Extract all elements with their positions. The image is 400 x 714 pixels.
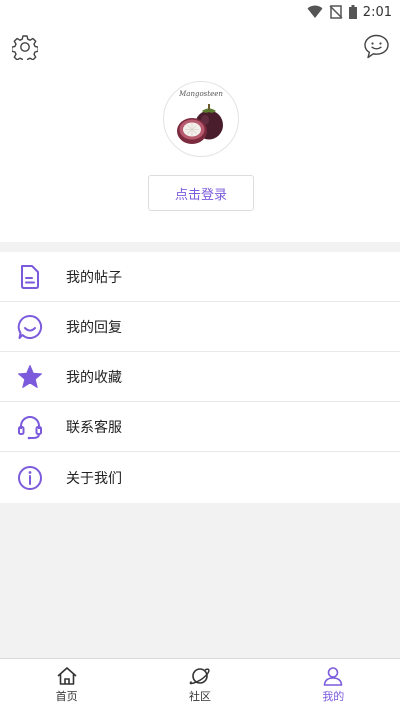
no-signal-icon xyxy=(329,5,343,19)
tab-label: 社区 xyxy=(188,690,211,703)
planet-icon xyxy=(189,668,210,685)
status-time: 2:01 xyxy=(362,4,392,20)
info-icon xyxy=(16,464,44,492)
avatar[interactable]: Mangosteen xyxy=(163,81,239,157)
menu-item-customer-service[interactable]: 联系客服 xyxy=(0,402,400,452)
menu-item-my-posts[interactable]: 我的帖子 xyxy=(0,252,400,302)
avatar-logo-text: Mangosteen xyxy=(179,90,223,98)
tab-community[interactable]: 社区 xyxy=(133,659,266,714)
user-icon xyxy=(324,667,343,686)
chat-bubble-icon[interactable] xyxy=(363,33,390,60)
menu-item-about-us[interactable]: 关于我们 xyxy=(0,452,400,503)
wifi-icon xyxy=(307,5,323,18)
battery-icon xyxy=(348,5,357,19)
menu-item-label: 关于我们 xyxy=(66,470,122,487)
bottom-tab-bar: 首页 社区 我的 xyxy=(0,658,400,714)
home-icon xyxy=(57,667,77,685)
menu-item-label: 我的回复 xyxy=(66,319,122,336)
tab-label: 我的 xyxy=(322,690,345,703)
tab-mine[interactable]: 我的 xyxy=(267,659,400,714)
headset-icon xyxy=(16,413,44,441)
menu-list: 我的帖子 我的回复 我的收藏 联系客服 关于我们 xyxy=(0,252,400,503)
login-button[interactable]: 点击登录 xyxy=(148,175,254,211)
mangosteen-illustration xyxy=(177,104,223,144)
menu-item-label: 联系客服 xyxy=(66,419,122,436)
status-bar: 2:01 xyxy=(0,0,400,24)
tab-home[interactable]: 首页 xyxy=(0,659,133,714)
menu-item-label: 我的收藏 xyxy=(66,369,122,386)
menu-item-my-replies[interactable]: 我的回复 xyxy=(0,302,400,352)
smile-bubble-icon xyxy=(16,313,44,341)
document-icon xyxy=(16,263,44,291)
profile-header: Mangosteen 点击登录 xyxy=(0,24,400,242)
star-icon xyxy=(16,363,44,391)
menu-item-my-favorites[interactable]: 我的收藏 xyxy=(0,352,400,402)
gear-icon[interactable] xyxy=(12,34,38,60)
tab-label: 首页 xyxy=(55,690,78,703)
menu-item-label: 我的帖子 xyxy=(66,269,122,286)
